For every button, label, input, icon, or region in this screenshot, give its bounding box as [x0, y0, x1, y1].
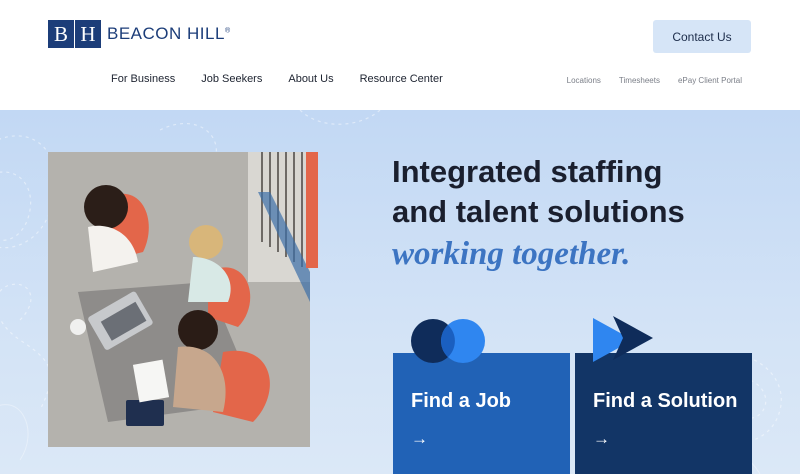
hero-headline-line-2: and talent solutions — [392, 194, 685, 229]
logo-mark-h: H — [75, 20, 101, 48]
beacon-hill-logo[interactable]: B H BEACON HILL® — [48, 20, 231, 48]
nav-timesheets[interactable]: Timesheets — [619, 76, 660, 85]
nav-epay-client-portal[interactable]: ePay Client Portal — [678, 76, 742, 85]
overlapping-circles-icon — [411, 319, 485, 363]
play-arrow-icon — [593, 316, 653, 362]
logo-mark-b: B — [48, 20, 74, 48]
arrow-right-icon: → — [593, 429, 610, 448]
logo-name: BEACON HILL — [107, 24, 225, 43]
orange-accent-bar — [306, 152, 318, 268]
hero-headline: Integrated staffing and talent solutions… — [392, 152, 685, 276]
arrow-right-icon: → — [411, 429, 428, 448]
main-nav: For Business Job Seekers About Us Resour… — [111, 73, 469, 85]
nav-for-business[interactable]: For Business — [111, 73, 175, 85]
find-a-job-card[interactable]: Find a Job → — [393, 353, 570, 474]
hero-headline-line-1: Integrated staffing — [392, 154, 663, 189]
nav-about-us[interactable]: About Us — [288, 73, 333, 85]
logo-text: BEACON HILL® — [107, 24, 231, 44]
nav-locations[interactable]: Locations — [567, 76, 601, 85]
utility-nav: Locations Timesheets ePay Client Portal — [549, 76, 742, 85]
hero-headline-emphasis: working together. — [392, 236, 631, 272]
find-a-solution-label: Find a Solution — [593, 390, 738, 412]
logo-mark: B H — [48, 20, 101, 48]
hero-photo-team-meeting — [48, 152, 310, 447]
site-header: B H BEACON HILL® Contact Us For Business… — [0, 0, 800, 110]
nav-job-seekers[interactable]: Job Seekers — [201, 73, 262, 85]
hero-photo-illustration — [48, 152, 310, 447]
hero-section: Integrated staffing and talent solutions… — [0, 110, 800, 474]
find-a-job-label: Find a Job — [411, 390, 511, 412]
contact-us-button[interactable]: Contact Us — [653, 20, 751, 53]
logo-registered-mark: ® — [224, 27, 231, 35]
nav-resource-center[interactable]: Resource Center — [360, 73, 443, 85]
